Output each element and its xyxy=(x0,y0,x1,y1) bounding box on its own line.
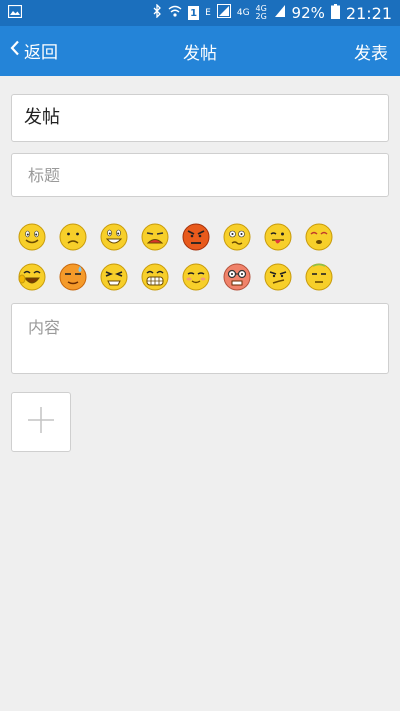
battery-percent: 92% xyxy=(291,4,325,22)
network-type-e: E xyxy=(205,8,211,18)
network-type-4g-2g: 4G 2G xyxy=(255,4,267,21)
blush-emoji-icon[interactable] xyxy=(175,257,216,297)
nav-bar: 返回 发帖 发表 xyxy=(0,26,400,76)
sleepy-emoji-icon[interactable] xyxy=(298,217,339,257)
squint-emoji-icon[interactable] xyxy=(93,257,134,297)
wifi-icon xyxy=(168,4,182,22)
page-title: 发帖 xyxy=(183,44,217,64)
confused-emoji-icon[interactable] xyxy=(216,217,257,257)
content-input[interactable] xyxy=(11,303,389,374)
emoji-picker xyxy=(11,217,389,297)
signal-icon xyxy=(216,4,231,22)
gallery-notification-icon xyxy=(7,4,23,22)
grin-emoji-icon[interactable] xyxy=(93,217,134,257)
bluetooth-icon xyxy=(153,3,162,22)
annoyed-emoji-icon[interactable] xyxy=(298,257,339,297)
publish-button[interactable]: 发表 xyxy=(354,39,388,64)
network-type-4g: 4G xyxy=(236,8,250,18)
sim-number: 1 xyxy=(190,7,198,19)
smile-emoji-icon[interactable] xyxy=(11,217,52,257)
add-image-button[interactable] xyxy=(11,392,71,452)
tongue-emoji-icon[interactable] xyxy=(257,217,298,257)
sim-card-icon: 1 xyxy=(188,6,200,20)
board-name-field[interactable]: 发帖 xyxy=(11,94,389,142)
battery-icon xyxy=(330,3,340,23)
angry-emoji-icon[interactable] xyxy=(175,217,216,257)
title-input[interactable] xyxy=(11,153,389,197)
laugh-emoji-icon[interactable] xyxy=(11,257,52,297)
plus-icon xyxy=(26,405,56,439)
signal-strength-icon xyxy=(274,4,286,22)
upset-emoji-icon[interactable] xyxy=(134,217,175,257)
sweat-emoji-icon[interactable] xyxy=(52,257,93,297)
big-grin-emoji-icon[interactable] xyxy=(134,257,175,297)
smirk-emoji-icon[interactable] xyxy=(257,257,298,297)
sad-emoji-icon[interactable] xyxy=(52,217,93,257)
nerd-emoji-icon[interactable] xyxy=(216,257,257,297)
status-bar: 1 E 4G 4G 2G 92% 21:21 xyxy=(0,0,400,26)
clock: 21:21 xyxy=(345,3,392,23)
